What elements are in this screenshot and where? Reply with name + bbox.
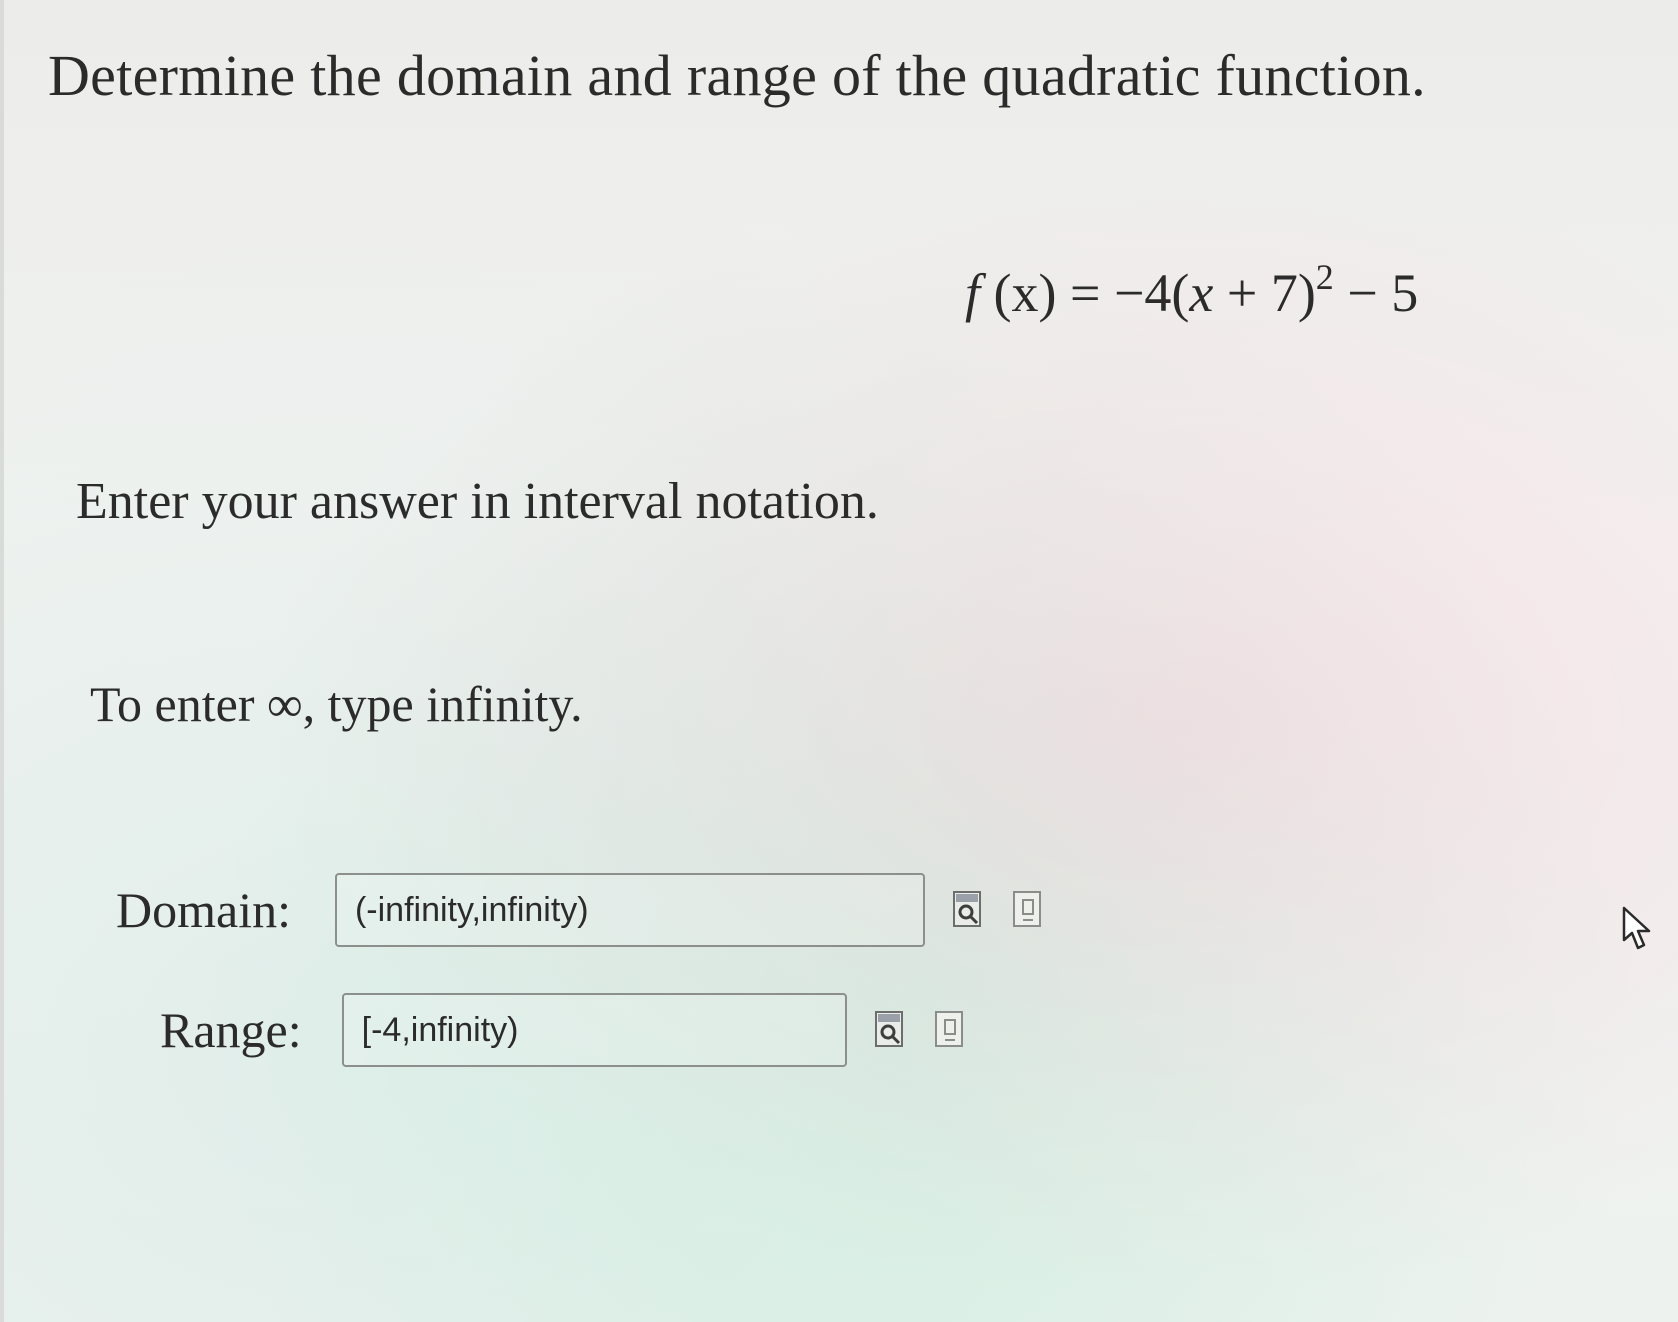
formula-inner-term: + 7) [1213,263,1316,323]
range-input[interactable] [341,993,847,1067]
domain-label: Domain: [116,882,291,938]
range-row: Range: [160,993,967,1067]
formula-argument: (x) [993,263,1057,323]
preview-icon[interactable] [873,1010,907,1050]
domain-input[interactable] [334,873,925,947]
help-icon[interactable] [933,1010,967,1050]
infinity-tip: To enter ∞, type infinity. [90,676,583,732]
formula-coefficient: −4( [1113,263,1190,323]
domain-row: Domain: [116,873,1045,947]
formula-variable: x [1189,263,1214,323]
instruction-text: Enter your answer in interval notation. [76,473,879,530]
mouse-pointer-icon [1622,906,1656,952]
formula-constant: − 5 [1333,263,1419,323]
help-icon[interactable] [1011,890,1045,930]
question-page: Determine the domain and range of the qu… [0,0,1678,1322]
range-label: Range: [160,1002,302,1058]
preview-icon[interactable] [951,890,985,930]
formula-exponent: 2 [1315,257,1334,297]
formula-function-name: f [965,263,981,323]
page-edge [0,0,4,1322]
question-title: Determine the domain and range of the qu… [48,43,1426,108]
quadratic-formula: f (x) = −4(x + 7)2 − 5 [965,259,1419,324]
formula-equals: = [1069,263,1101,323]
